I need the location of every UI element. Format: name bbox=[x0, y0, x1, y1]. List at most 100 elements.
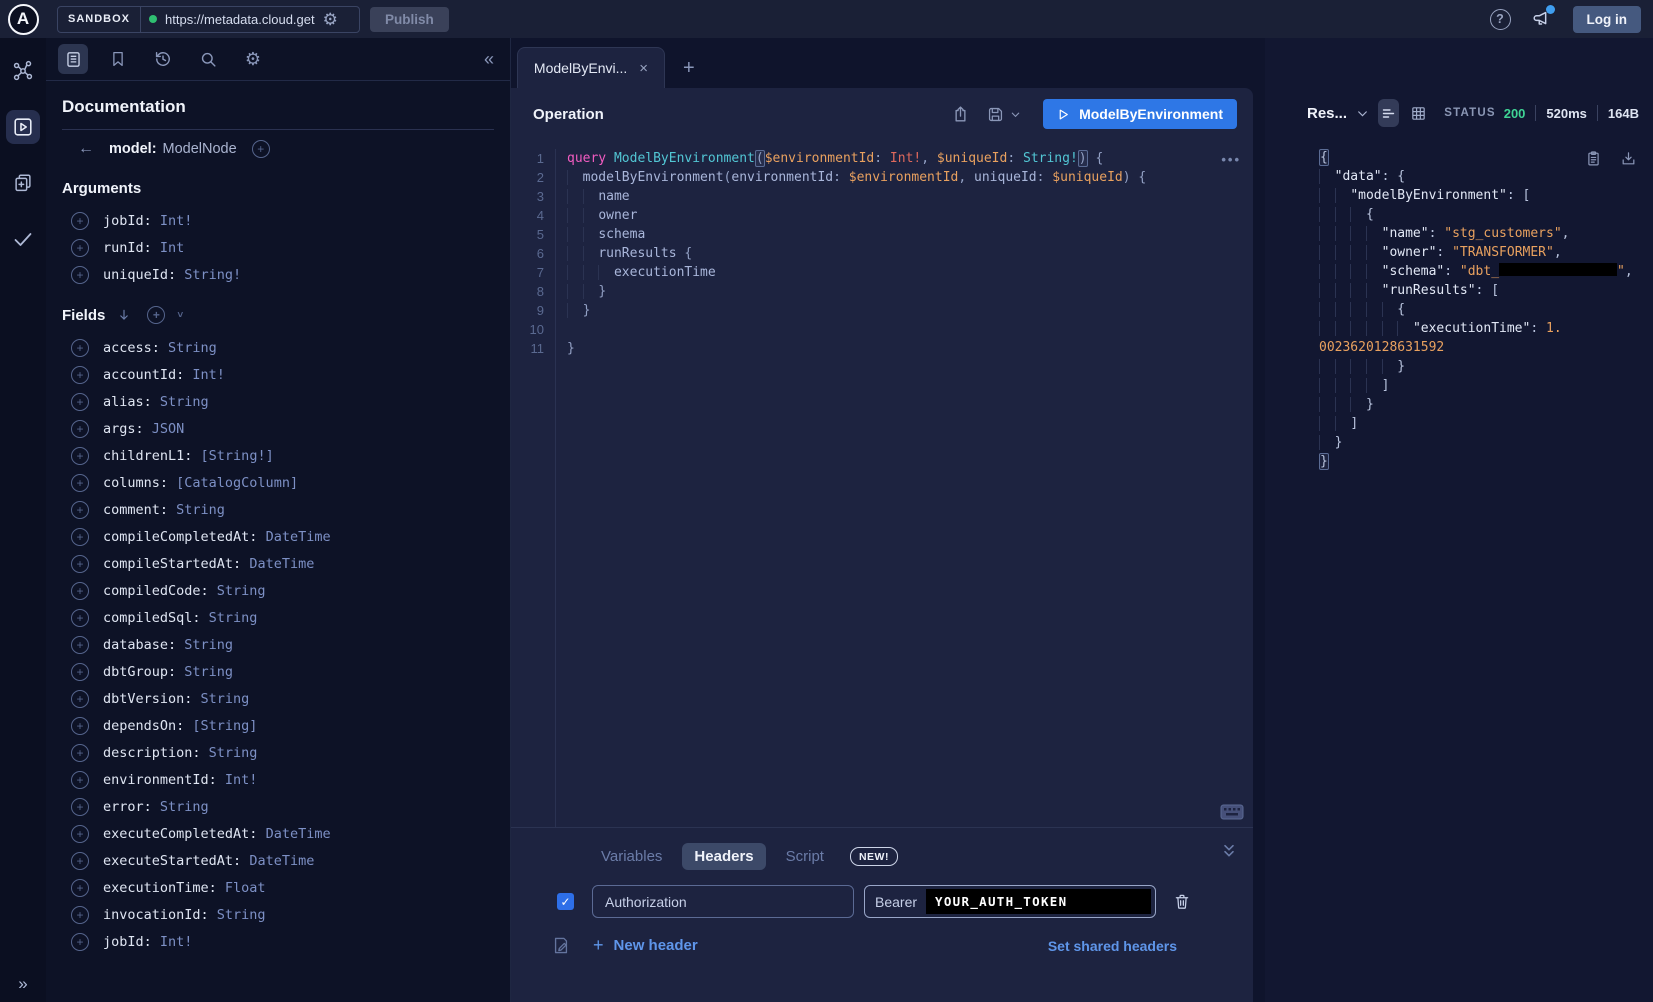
add-field-to-query-icon[interactable]: + bbox=[71, 393, 89, 411]
editor-code[interactable]: query ModelByEnvironment($environmentId:… bbox=[555, 149, 1253, 827]
collapse-docs-panel-icon[interactable]: « bbox=[484, 49, 494, 70]
add-field-to-query-icon[interactable]: + bbox=[71, 744, 89, 762]
header-value-field[interactable]: Bearer YOUR_AUTH_TOKEN bbox=[864, 885, 1156, 918]
field-type[interactable]: String bbox=[217, 907, 266, 923]
field-type[interactable]: DateTime bbox=[266, 826, 331, 842]
field-type[interactable]: String bbox=[160, 394, 209, 410]
add-field-to-query-icon[interactable]: + bbox=[71, 852, 89, 870]
publish-button[interactable]: Publish bbox=[370, 7, 449, 32]
add-field-to-query-icon[interactable]: + bbox=[71, 474, 89, 492]
field-name[interactable]: compiledSql: bbox=[103, 610, 209, 626]
apollo-logo[interactable]: A bbox=[0, 4, 46, 35]
tab-variables[interactable]: Variables bbox=[589, 843, 674, 870]
field-name[interactable]: alias: bbox=[103, 394, 160, 410]
field-name[interactable]: dbtGroup: bbox=[103, 664, 184, 680]
field-name[interactable]: invocationId: bbox=[103, 907, 217, 923]
explorer-settings-gear-icon[interactable]: ⚙ bbox=[238, 44, 268, 74]
add-field-to-query-icon[interactable]: + bbox=[71, 690, 89, 708]
add-field-to-query-icon[interactable]: + bbox=[71, 663, 89, 681]
field-type[interactable]: [String] bbox=[192, 718, 257, 734]
download-response-icon[interactable] bbox=[1620, 149, 1637, 168]
field-name[interactable]: columns: bbox=[103, 475, 176, 491]
field-type[interactable]: JSON bbox=[152, 421, 185, 437]
delete-header-icon[interactable] bbox=[1173, 892, 1191, 911]
header-enabled-checkbox[interactable]: ✓ bbox=[557, 893, 574, 910]
share-operation-icon[interactable] bbox=[951, 105, 970, 124]
field-name[interactable]: executeCompletedAt: bbox=[103, 826, 266, 842]
saved-operations-bookmark-icon[interactable] bbox=[103, 44, 133, 74]
add-field-to-query-icon[interactable]: + bbox=[71, 528, 89, 546]
field-type[interactable]: [String!] bbox=[201, 448, 274, 464]
field-name[interactable]: executeStartedAt: bbox=[103, 853, 249, 869]
field-type[interactable]: String bbox=[217, 583, 266, 599]
field-name[interactable]: accountId: bbox=[103, 367, 192, 383]
field-type[interactable]: String bbox=[184, 637, 233, 653]
checklist-nav-icon[interactable] bbox=[6, 222, 40, 256]
add-field-to-query-icon[interactable]: + bbox=[71, 447, 89, 465]
sort-fields-icon[interactable] bbox=[117, 308, 131, 322]
field-type[interactable]: Int! bbox=[192, 367, 225, 383]
new-tab-icon[interactable]: + bbox=[683, 57, 695, 88]
field-type[interactable]: Int bbox=[160, 240, 184, 256]
field-type[interactable]: DateTime bbox=[249, 853, 314, 869]
field-type[interactable]: String bbox=[160, 799, 209, 815]
documentation-tab-icon[interactable] bbox=[58, 44, 88, 74]
field-name[interactable]: compileCompletedAt: bbox=[103, 529, 266, 545]
add-field-to-query-icon[interactable]: + bbox=[71, 879, 89, 897]
close-tab-icon[interactable]: × bbox=[639, 60, 648, 77]
field-name[interactable]: childrenL1: bbox=[103, 448, 201, 464]
response-dropdown-chevron-icon[interactable] bbox=[1356, 107, 1369, 120]
raw-view-toggle-icon[interactable] bbox=[1378, 99, 1399, 127]
save-operation-group[interactable] bbox=[986, 105, 1021, 124]
field-type[interactable]: String bbox=[209, 745, 258, 761]
header-key-input[interactable] bbox=[592, 885, 854, 918]
auth-token-value[interactable]: YOUR_AUTH_TOKEN bbox=[926, 889, 1151, 914]
set-shared-headers-link[interactable]: Set shared headers bbox=[1048, 938, 1177, 954]
add-field-to-query-icon[interactable]: + bbox=[71, 798, 89, 816]
field-name[interactable]: jobId: bbox=[103, 934, 160, 950]
field-name[interactable]: environmentId: bbox=[103, 772, 225, 788]
field-type[interactable]: Float bbox=[225, 880, 266, 896]
add-field-to-query-icon[interactable]: + bbox=[71, 420, 89, 438]
field-name[interactable]: access: bbox=[103, 340, 168, 356]
field-type[interactable]: String bbox=[209, 610, 258, 626]
field-type[interactable]: [CatalogColumn] bbox=[176, 475, 298, 491]
history-icon[interactable] bbox=[148, 44, 178, 74]
field-name[interactable]: database: bbox=[103, 637, 184, 653]
add-field-to-query-icon[interactable]: + bbox=[71, 825, 89, 843]
field-name[interactable]: error: bbox=[103, 799, 160, 815]
fields-options-chevron-icon[interactable]: ˅ bbox=[177, 310, 183, 321]
add-field-to-query-icon[interactable]: + bbox=[71, 906, 89, 924]
add-field-to-query-icon[interactable]: + bbox=[71, 609, 89, 627]
login-button[interactable]: Log in bbox=[1573, 6, 1642, 33]
tab-script[interactable]: Script bbox=[774, 843, 836, 870]
model-type[interactable]: ModelNode bbox=[163, 141, 237, 157]
field-type[interactable]: DateTime bbox=[249, 556, 314, 572]
endpoint-url-field[interactable]: https://metadata.cloud.get ⚙ bbox=[141, 7, 359, 32]
field-type[interactable]: String bbox=[184, 664, 233, 680]
field-name[interactable]: args: bbox=[103, 421, 152, 437]
add-field-to-query-icon[interactable]: + bbox=[71, 636, 89, 654]
field-name[interactable]: executionTime: bbox=[103, 880, 225, 896]
field-name[interactable]: description: bbox=[103, 745, 209, 761]
operation-editor[interactable]: 1234567891011 query ModelByEnvironment($… bbox=[511, 140, 1253, 827]
table-view-toggle-icon[interactable] bbox=[1408, 99, 1429, 127]
add-field-to-query-icon[interactable]: + bbox=[71, 582, 89, 600]
add-field-to-query-icon[interactable]: + bbox=[71, 212, 89, 230]
run-operation-button[interactable]: ModelByEnvironment bbox=[1043, 99, 1237, 129]
edit-headers-document-icon[interactable] bbox=[551, 935, 571, 956]
field-type[interactable]: String bbox=[176, 502, 225, 518]
add-field-to-query-icon[interactable]: + bbox=[71, 266, 89, 284]
tab-headers[interactable]: Headers bbox=[682, 843, 765, 870]
field-type[interactable]: Int! bbox=[160, 213, 193, 229]
add-field-to-query-icon[interactable]: + bbox=[71, 771, 89, 789]
connection-settings-gear-icon[interactable]: ⚙ bbox=[323, 11, 338, 28]
operation-tab[interactable]: ModelByEnvi... × bbox=[517, 47, 665, 88]
field-type[interactable]: Int! bbox=[160, 934, 193, 950]
field-type[interactable]: DateTime bbox=[266, 529, 331, 545]
add-field-to-query-icon[interactable]: + bbox=[71, 933, 89, 951]
new-header-button[interactable]: + New header bbox=[593, 935, 698, 956]
add-all-fields-icon[interactable]: + bbox=[147, 306, 165, 324]
expand-rail-icon[interactable]: » bbox=[0, 974, 46, 994]
field-name[interactable]: compileStartedAt: bbox=[103, 556, 249, 572]
